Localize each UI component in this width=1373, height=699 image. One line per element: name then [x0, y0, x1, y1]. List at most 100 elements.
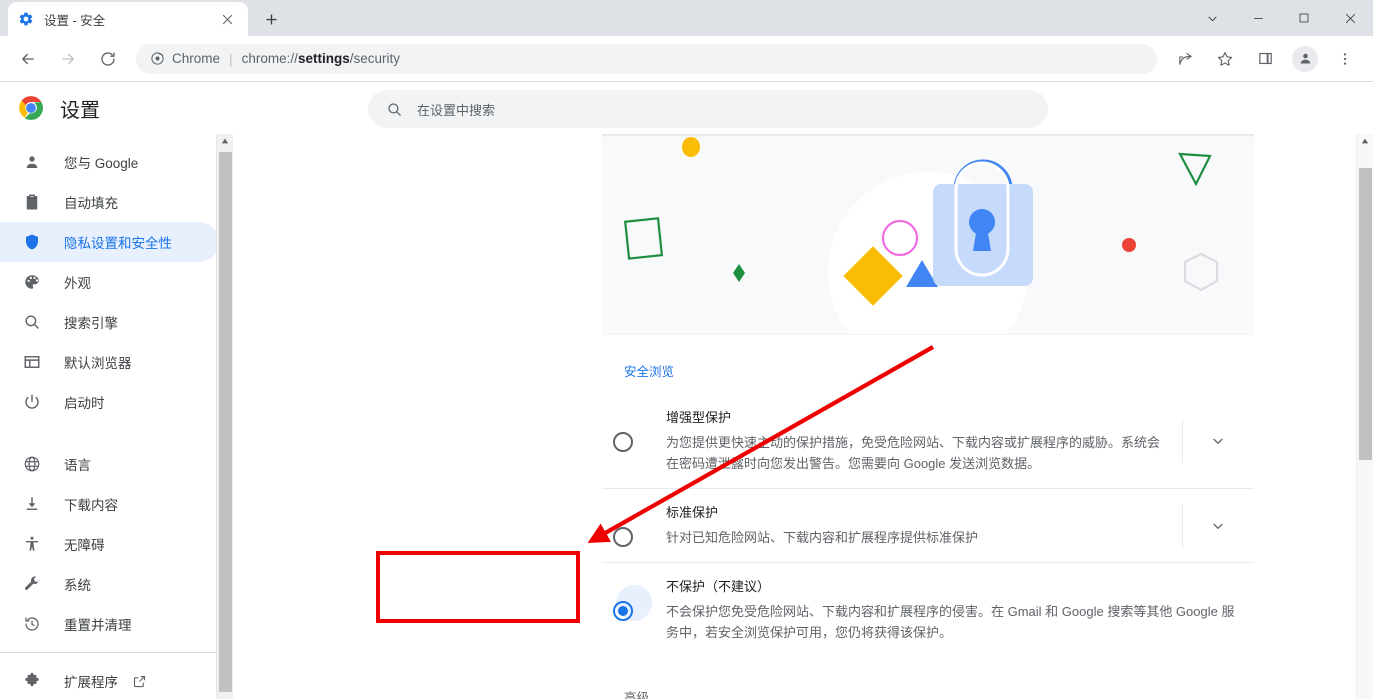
radio-no-protection[interactable] — [613, 601, 633, 621]
palette-icon — [22, 272, 42, 292]
maximize-button[interactable] — [1281, 0, 1327, 36]
window-controls — [1189, 0, 1373, 36]
sidebar-item-label: 无障碍 — [64, 538, 105, 553]
radio-enhanced-protection[interactable] — [613, 432, 633, 452]
browser-tab[interactable]: 设置 - 安全 — [8, 2, 248, 36]
share-icon[interactable] — [1170, 44, 1200, 74]
tab-strip: 设置 - 安全 — [0, 0, 1373, 36]
radio-wrap — [613, 519, 644, 547]
sidebar-item-label: 自动填充 — [64, 196, 118, 211]
sidebar-item-label: 语言 — [64, 458, 91, 473]
history-restore-icon — [22, 614, 42, 634]
sidebar-item-accessibility[interactable]: 无障碍 — [0, 524, 219, 564]
sidebar-item-label: 您与 Google — [64, 156, 139, 171]
tab-title: 设置 - 安全 — [44, 13, 106, 28]
option-text: 不保护（不建议） 不会保护您免受危险网站、下载内容和扩展程序的侵害。在 Gmai… — [666, 577, 1254, 643]
chrome-chip-label: Chrome — [172, 51, 221, 66]
sidebar-item-label: 扩展程序 — [64, 675, 118, 690]
sidebar-item-search-engine[interactable]: 搜索引擎 — [0, 302, 219, 342]
vertical-separator — [1182, 503, 1183, 548]
option-title: 不保护（不建议） — [666, 579, 771, 594]
settings-body: 您与 Google 自动填充 隐私设置和安全性 外观 搜索引擎 默认浏览器 启动… — [0, 134, 1373, 699]
open-in-new-icon[interactable] — [132, 674, 147, 689]
option-description: 为您提供更快速主动的保护措施，免受危险网站、下载内容或扩展程序的威胁。系统会在密… — [666, 435, 1161, 471]
forward-icon[interactable] — [53, 44, 83, 74]
gear-icon — [18, 11, 34, 27]
security-card: 安全浏览 增强型保护 为您提供更快速主动的保护措施，免受危险网站、下载内容或扩展… — [602, 134, 1254, 699]
minimize-button[interactable] — [1235, 0, 1281, 36]
side-panel-icon[interactable] — [1250, 44, 1280, 74]
close-icon[interactable] — [216, 8, 238, 30]
option-standard-protection[interactable]: 标准保护 针对已知危险网站、下载内容和扩展程序提供标准保护 — [602, 488, 1254, 562]
main-scroll-up-arrow[interactable] — [1357, 134, 1373, 148]
tab-search-button[interactable] — [1189, 0, 1235, 36]
chevron-down-icon[interactable] — [1210, 433, 1226, 449]
option-no-protection[interactable]: 不保护（不建议） 不会保护您免受危险网站、下载内容和扩展程序的侵害。在 Gmai… — [602, 562, 1254, 657]
new-tab-button[interactable] — [256, 4, 286, 34]
chrome-logo-icon — [18, 95, 44, 121]
sidebar-item-label: 默认浏览器 — [64, 356, 132, 371]
security-hero-illustration — [602, 134, 1254, 335]
sidebar-scrollbar-thumb[interactable] — [219, 152, 232, 692]
url-bold-part: settings — [297, 51, 350, 66]
omnibox-url: chrome://settings/security — [242, 51, 400, 66]
sidebar-item-system[interactable]: 系统 — [0, 564, 219, 604]
vertical-separator — [1182, 419, 1183, 463]
sidebar-divider — [0, 652, 219, 653]
sidebar-item-label: 搜索引擎 — [64, 316, 118, 331]
accessibility-icon — [22, 534, 42, 554]
sidebar-item-reset-and-cleanup[interactable]: 重置并清理 — [0, 604, 219, 644]
sidebar-item-autofill[interactable]: 自动填充 — [0, 182, 219, 222]
close-button[interactable] — [1327, 0, 1373, 36]
radio-wrap — [613, 424, 644, 452]
toolbar-right-actions — [1165, 44, 1365, 74]
option-description: 不会保护您免受危险网站、下载内容和扩展程序的侵害。在 Gmail 和 Googl… — [666, 604, 1235, 640]
option-title: 标准保护 — [666, 505, 719, 520]
sidebar-item-you-and-google[interactable]: 您与 Google — [0, 142, 219, 182]
radio-standard-protection[interactable] — [613, 527, 633, 547]
sidebar-item-appearance[interactable]: 外观 — [0, 262, 219, 302]
browser-window-icon — [22, 352, 42, 372]
sidebar-item-default-browser[interactable]: 默认浏览器 — [0, 342, 219, 382]
chevron-down-icon[interactable] — [1210, 518, 1226, 534]
person-icon — [22, 152, 42, 172]
back-icon[interactable] — [13, 44, 43, 74]
sidebar-item-languages[interactable]: 语言 — [0, 444, 219, 484]
main-scrollbar[interactable] — [1356, 134, 1373, 699]
puzzle-icon — [22, 671, 42, 691]
section-label-advanced: 高级 — [624, 691, 650, 699]
sidebar-item-extensions[interactable]: 扩展程序 — [0, 661, 219, 699]
shield-icon — [22, 232, 42, 252]
option-description: 针对已知危险网站、下载内容和扩展程序提供标准保护 — [666, 530, 979, 545]
option-text: 增强型保护 为您提供更快速主动的保护措施，免受危险网站、下载内容或扩展程序的威胁… — [666, 408, 1182, 474]
sidebar-scroll-up-arrow[interactable] — [217, 134, 233, 148]
clipboard-icon — [22, 192, 42, 212]
address-bar[interactable]: Chrome | chrome://settings/security — [136, 43, 1157, 74]
sidebar-scrollbar[interactable] — [216, 134, 233, 699]
option-enhanced-protection[interactable]: 增强型保护 为您提供更快速主动的保护措施，免受危险网站、下载内容或扩展程序的威胁… — [602, 394, 1254, 488]
sidebar-item-label: 下载内容 — [64, 498, 118, 513]
main-scrollbar-thumb[interactable] — [1359, 168, 1372, 460]
omnibox-separator: | — [229, 50, 233, 67]
url-suffix: /security — [349, 51, 400, 66]
settings-main: 安全浏览 增强型保护 为您提供更快速主动的保护措施，免受危险网站、下载内容或扩展… — [233, 134, 1373, 699]
page-title: 设置 — [60, 99, 100, 122]
three-dot-menu-icon[interactable] — [1330, 44, 1360, 74]
profile-avatar-icon[interactable] — [1292, 45, 1318, 72]
chrome-chip: Chrome — [150, 51, 220, 66]
sidebar-item-downloads[interactable]: 下载内容 — [0, 484, 219, 524]
section-label-safe-browsing: 安全浏览 — [624, 365, 675, 379]
wrench-icon — [22, 574, 42, 594]
sidebar-item-privacy-and-security[interactable]: 隐私设置和安全性 — [0, 222, 219, 262]
search-input[interactable]: 在设置中搜索 — [368, 90, 1048, 128]
download-icon — [22, 494, 42, 514]
bookmark-star-icon[interactable] — [1210, 44, 1240, 74]
settings-header: 设置 在设置中搜索 — [0, 82, 1373, 134]
reload-icon[interactable] — [93, 44, 123, 74]
sidebar-item-on-startup[interactable]: 启动时 — [0, 382, 219, 422]
option-expand-area[interactable] — [1182, 419, 1254, 463]
option-expand-area[interactable] — [1182, 503, 1254, 548]
sidebar-item-label: 启动时 — [64, 396, 105, 411]
settings-sidebar: 您与 Google 自动填充 隐私设置和安全性 外观 搜索引擎 默认浏览器 启动… — [0, 134, 233, 699]
